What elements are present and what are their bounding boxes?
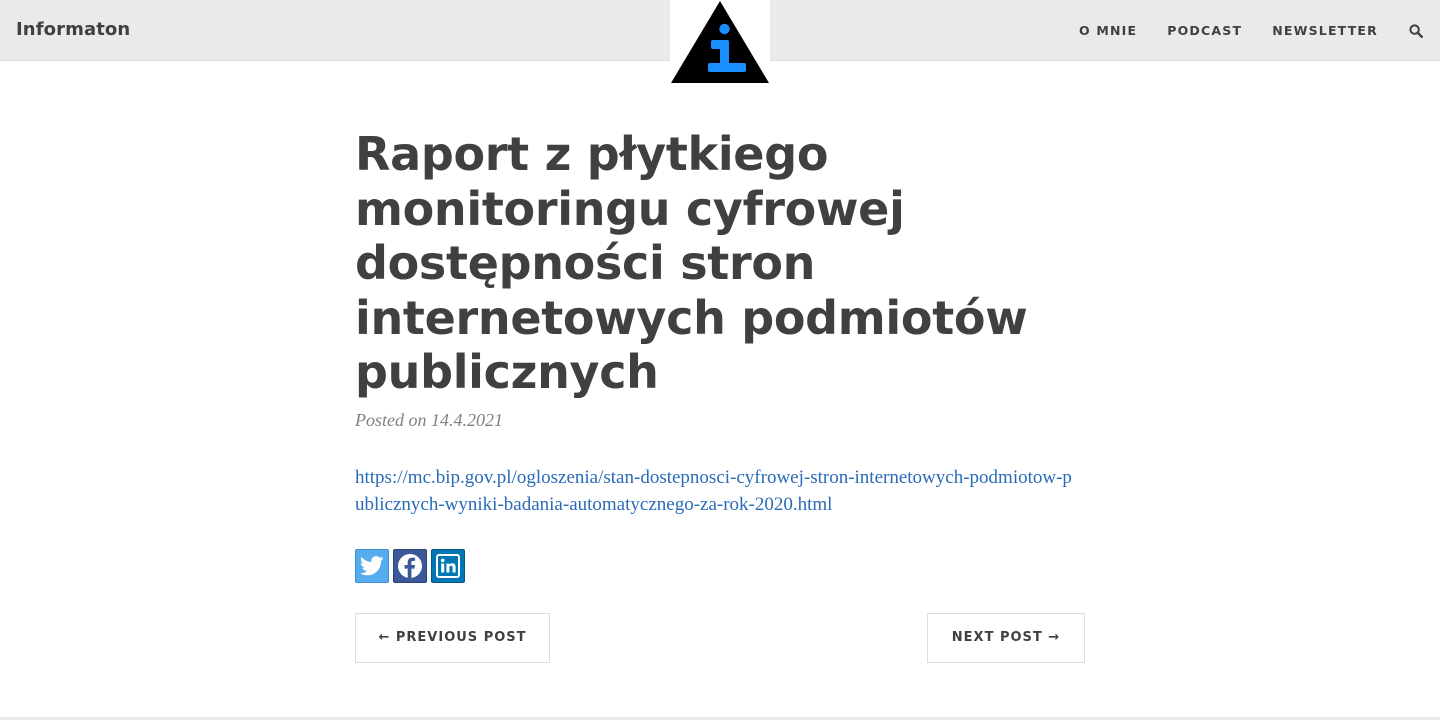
nav-item-o-mnie[interactable]: O MNIE [1079, 23, 1137, 38]
nav-item-podcast[interactable]: PODCAST [1167, 23, 1242, 38]
info-triangle-icon [671, 1, 769, 83]
next-post-button[interactable]: NEXT POST → [927, 612, 1085, 663]
search-icon[interactable] [1408, 23, 1424, 39]
post-external-link[interactable]: https://mc.bip.gov.pl/ogloszenia/stan-do… [355, 464, 1075, 518]
facebook-icon [398, 553, 422, 578]
twitter-icon [360, 555, 384, 575]
previous-post-button[interactable]: ← PREVIOUS POST [355, 612, 550, 663]
linkedin-icon [436, 553, 460, 578]
post-title: Raport z płytkiego monitoringu cyfrowej … [355, 127, 1028, 399]
share-buttons [355, 548, 1085, 583]
post-pager: ← PREVIOUS POST NEXT POST → [355, 612, 1085, 663]
post: Raport z płytkiego monitoringu cyfrowej … [355, 127, 1085, 663]
post-date: Posted on 14.4.2021 [355, 409, 503, 430]
nav-menu: O MNIE PODCAST NEWSLETTER [1079, 0, 1440, 61]
nav-item-newsletter[interactable]: NEWSLETTER [1272, 23, 1378, 38]
site-brand[interactable]: Informaton [16, 19, 130, 40]
twitter-share-button[interactable] [355, 548, 389, 583]
facebook-share-button[interactable] [393, 548, 427, 583]
linkedin-share-button[interactable] [431, 548, 465, 583]
site-logo[interactable] [670, 0, 770, 84]
